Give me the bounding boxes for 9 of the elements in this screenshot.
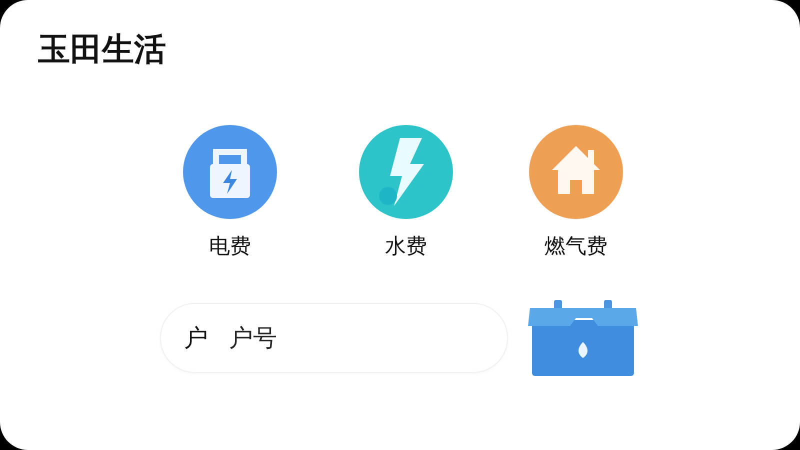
toolbox-icon[interactable]: [526, 298, 640, 378]
field-label: 户: [184, 324, 208, 352]
battery-bolt-icon: [182, 124, 278, 220]
app-title: 玉田生活: [38, 29, 167, 70]
service-button[interactable]: 电费: [182, 124, 278, 260]
service-button[interactable]: 燃气费: [528, 124, 624, 260]
house-icon: [528, 124, 624, 220]
bolt-drop-icon: [358, 124, 454, 220]
service-button[interactable]: 水费: [358, 124, 454, 260]
